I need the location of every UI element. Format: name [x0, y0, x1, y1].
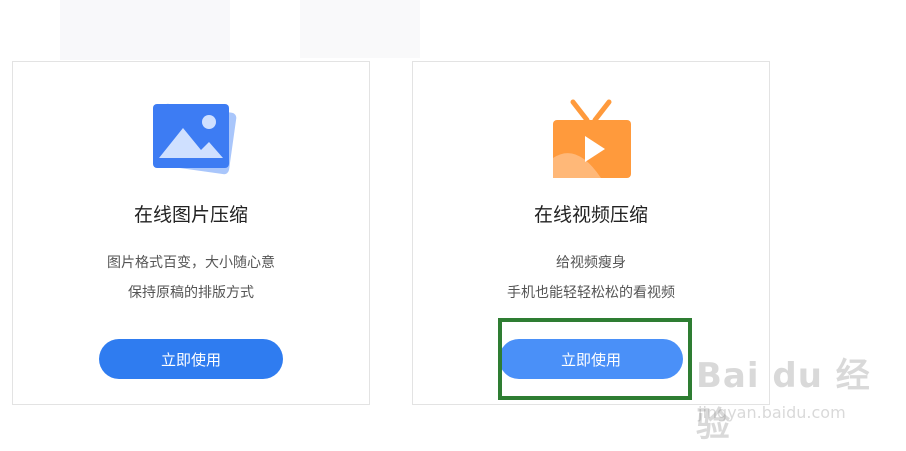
- tv-video-icon: [543, 98, 639, 182]
- image-compress-card: 在线图片压缩 图片格式百变，大小随心意 保持原稿的排版方式 立即使用: [12, 61, 370, 405]
- watermark-logo-text: Bai du 经验: [696, 356, 871, 445]
- card-title: 在线视频压缩: [533, 204, 648, 226]
- card-description-line1: 给视频瘦身: [556, 255, 626, 271]
- page: 在线图片压缩 图片格式百变，大小随心意 保持原稿的排版方式 立即使用 在线视频压…: [0, 0, 906, 451]
- image-icon: [143, 98, 239, 182]
- background-decoration: [60, 0, 230, 60]
- card-description-line2: 手机也能轻轻松松的看视频: [507, 285, 675, 301]
- use-now-button-video[interactable]: 立即使用: [499, 339, 683, 379]
- background-decoration: [300, 0, 420, 58]
- baidu-jingyan-watermark: Bai du 经验 jingyan.baidu.com: [696, 348, 876, 445]
- watermark-url: jingyan.baidu.com: [698, 403, 846, 422]
- card-title: 在线图片压缩: [133, 204, 248, 226]
- use-now-button-image[interactable]: 立即使用: [99, 339, 283, 379]
- card-description-line2: 保持原稿的排版方式: [128, 285, 254, 301]
- card-description-line1: 图片格式百变，大小随心意: [107, 255, 275, 271]
